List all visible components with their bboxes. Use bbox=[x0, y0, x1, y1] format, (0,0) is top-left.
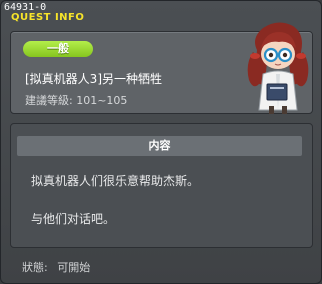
status-value: 可開始 bbox=[57, 261, 91, 274]
quest-info-window: 64931-0 QUEST INFO 一般 [拟真机器人3]另一种牺牲 建議等級… bbox=[0, 0, 322, 284]
npc-portrait-icon bbox=[247, 22, 309, 114]
content-line-2: 与他们对话吧。 bbox=[31, 212, 116, 226]
quest-name: [拟真机器人3]另一种牺牲 bbox=[25, 72, 162, 86]
recommended-level: 建議等級: 101~105 bbox=[25, 92, 127, 108]
quest-status: 狀態: 可開始 bbox=[22, 259, 96, 275]
quest-summary-panel: 一般 [拟真机器人3]另一种牺牲 建議等級: 101~105 bbox=[10, 22, 313, 114]
window-title: QUEST INFO bbox=[11, 12, 85, 23]
level-range: 101~105 bbox=[76, 94, 128, 107]
content-line-1: 拟真机器人们很乐意帮助杰斯。 bbox=[31, 174, 200, 188]
quest-content-panel: 内容 拟真机器人们很乐意帮助杰斯。 与他们对话吧。 bbox=[10, 123, 313, 248]
category-badge: 一般 bbox=[23, 41, 93, 57]
content-section-header: 内容 bbox=[17, 136, 302, 156]
status-label: 狀態: bbox=[22, 261, 48, 274]
level-label: 建議等級: bbox=[25, 94, 73, 107]
